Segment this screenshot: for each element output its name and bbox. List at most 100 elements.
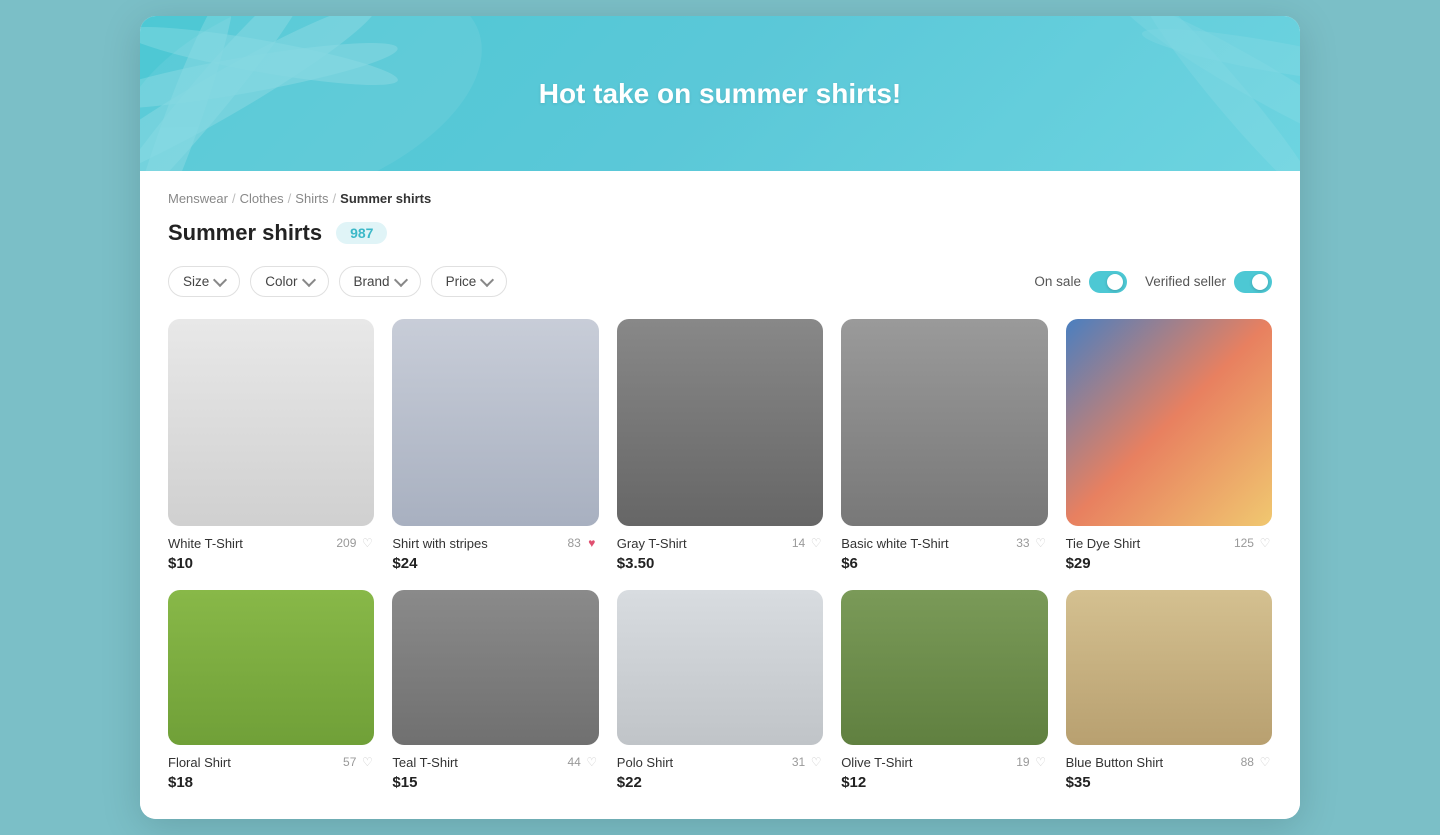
product-photo xyxy=(392,319,598,525)
product-photo xyxy=(841,319,1047,525)
product-likes: 31 ♡ xyxy=(792,755,823,769)
content-area: Menswear / Clothes / Shirts / Summer shi… xyxy=(140,171,1300,818)
product-like-count: 19 xyxy=(1016,755,1029,769)
product-meta: White T-Shirt 209 ♡ xyxy=(168,536,374,551)
brand-filter-button[interactable]: Brand xyxy=(339,266,421,297)
product-price: $24 xyxy=(392,555,598,572)
product-name: White T-Shirt xyxy=(168,536,243,551)
price-filter-button[interactable]: Price xyxy=(431,266,508,297)
size-filter-button[interactable]: Size xyxy=(168,266,240,297)
product-count-badge: 987 xyxy=(336,222,387,244)
product-like-count: 33 xyxy=(1016,536,1029,550)
product-likes: 209 ♡ xyxy=(336,536,374,550)
product-image xyxy=(617,319,823,525)
product-price: $15 xyxy=(392,774,598,791)
color-filter-label: Color xyxy=(265,274,297,289)
product-like-count: 44 xyxy=(567,755,580,769)
product-card[interactable]: Gray T-Shirt 14 ♡ $3.50 xyxy=(617,319,823,571)
verified-seller-label: Verified seller xyxy=(1145,274,1226,289)
product-image xyxy=(168,319,374,525)
verified-seller-toggle-group: Verified seller xyxy=(1145,271,1272,293)
heart-icon[interactable]: ♡ xyxy=(809,536,823,550)
product-like-count: 14 xyxy=(792,536,805,550)
breadcrumb-shirts[interactable]: Shirts xyxy=(295,191,328,206)
product-like-count: 88 xyxy=(1241,755,1254,769)
product-photo xyxy=(1066,319,1272,525)
product-name: Floral Shirt xyxy=(168,755,231,770)
size-filter-label: Size xyxy=(183,274,209,289)
heart-icon[interactable]: ♡ xyxy=(585,755,599,769)
product-card[interactable]: Blue Button Shirt 88 ♡ $35 xyxy=(1066,590,1272,791)
product-name: Tie Dye Shirt xyxy=(1066,536,1141,551)
product-like-count: 125 xyxy=(1234,536,1254,550)
product-likes: 125 ♡ xyxy=(1234,536,1272,550)
breadcrumb-sep-3: / xyxy=(333,191,337,206)
product-likes: 88 ♡ xyxy=(1241,755,1272,769)
heart-icon[interactable]: ♡ xyxy=(1034,536,1048,550)
product-card[interactable]: Teal T-Shirt 44 ♡ $15 xyxy=(392,590,598,791)
product-photo xyxy=(168,590,374,745)
product-card[interactable]: White T-Shirt 209 ♡ $10 xyxy=(168,319,374,571)
product-name: Teal T-Shirt xyxy=(392,755,458,770)
on-sale-toggle-group: On sale xyxy=(1034,271,1127,293)
product-price: $35 xyxy=(1066,774,1272,791)
product-image xyxy=(1066,590,1272,745)
product-name: Gray T-Shirt xyxy=(617,536,687,551)
heart-icon[interactable]: ♡ xyxy=(360,755,374,769)
product-likes: 33 ♡ xyxy=(1016,536,1047,550)
breadcrumb-clothes[interactable]: Clothes xyxy=(240,191,284,206)
filters-bar: Size Color Brand Price On sale xyxy=(168,266,1272,297)
brand-filter-label: Brand xyxy=(354,274,390,289)
product-card[interactable]: Tie Dye Shirt 125 ♡ $29 xyxy=(1066,319,1272,571)
product-image xyxy=(617,590,823,745)
product-photo xyxy=(392,590,598,745)
product-meta: Gray T-Shirt 14 ♡ xyxy=(617,536,823,551)
product-price: $6 xyxy=(841,555,1047,572)
breadcrumb-sep-2: / xyxy=(288,191,292,206)
product-meta: Polo Shirt 31 ♡ xyxy=(617,755,823,770)
heart-icon[interactable]: ♡ xyxy=(809,755,823,769)
product-card[interactable]: Polo Shirt 31 ♡ $22 xyxy=(617,590,823,791)
heart-icon[interactable]: ♡ xyxy=(1258,536,1272,550)
product-image xyxy=(841,319,1047,525)
size-chevron-icon xyxy=(213,273,227,287)
breadcrumb-menswear[interactable]: Menswear xyxy=(168,191,228,206)
product-card[interactable]: Floral Shirt 57 ♡ $18 xyxy=(168,590,374,791)
product-price: $22 xyxy=(617,774,823,791)
heart-icon[interactable]: ♥ xyxy=(585,536,599,550)
page-header: Summer shirts 987 xyxy=(168,220,1272,246)
product-card[interactable]: Olive T-Shirt 19 ♡ $12 xyxy=(841,590,1047,791)
color-chevron-icon xyxy=(301,273,315,287)
products-grid: White T-Shirt 209 ♡ $10 Shirt with strip… xyxy=(168,319,1272,790)
breadcrumb: Menswear / Clothes / Shirts / Summer shi… xyxy=(168,191,1272,206)
product-meta: Shirt with stripes 83 ♥ xyxy=(392,536,598,551)
product-like-count: 83 xyxy=(567,536,580,550)
hero-title: Hot take on summer shirts! xyxy=(539,78,902,110)
palm-right-icon xyxy=(1050,16,1300,171)
product-price: $3.50 xyxy=(617,555,823,572)
verified-seller-toggle[interactable] xyxy=(1234,271,1272,293)
product-name: Basic white T-Shirt xyxy=(841,536,948,551)
product-name: Shirt with stripes xyxy=(392,536,487,551)
product-image xyxy=(1066,319,1272,525)
color-filter-button[interactable]: Color xyxy=(250,266,328,297)
product-likes: 83 ♥ xyxy=(567,536,598,550)
filters-left: Size Color Brand Price xyxy=(168,266,507,297)
product-image xyxy=(392,590,598,745)
product-like-count: 209 xyxy=(336,536,356,550)
on-sale-toggle[interactable] xyxy=(1089,271,1127,293)
product-likes: 19 ♡ xyxy=(1016,755,1047,769)
product-photo xyxy=(168,319,374,525)
product-meta: Floral Shirt 57 ♡ xyxy=(168,755,374,770)
product-likes: 44 ♡ xyxy=(567,755,598,769)
heart-icon[interactable]: ♡ xyxy=(1258,755,1272,769)
product-meta: Tie Dye Shirt 125 ♡ xyxy=(1066,536,1272,551)
product-meta: Teal T-Shirt 44 ♡ xyxy=(392,755,598,770)
product-photo xyxy=(617,590,823,745)
product-card[interactable]: Basic white T-Shirt 33 ♡ $6 xyxy=(841,319,1047,571)
product-card[interactable]: Shirt with stripes 83 ♥ $24 xyxy=(392,319,598,571)
filters-right: On sale Verified seller xyxy=(1034,271,1272,293)
heart-icon[interactable]: ♡ xyxy=(1034,755,1048,769)
heart-icon[interactable]: ♡ xyxy=(360,536,374,550)
product-meta: Blue Button Shirt 88 ♡ xyxy=(1066,755,1272,770)
